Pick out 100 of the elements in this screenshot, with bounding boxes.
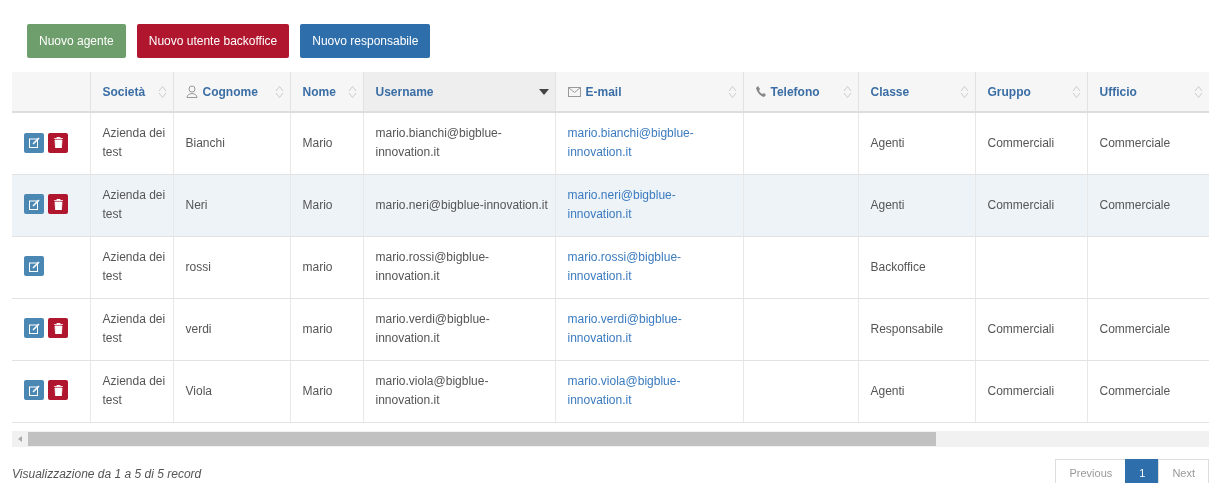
cell-text: Commerciale xyxy=(1099,382,1172,400)
trash-icon xyxy=(53,198,63,210)
column-header[interactable]: E-mail xyxy=(555,72,743,112)
email-link[interactable]: mario.bianchi@bigblue-innovation.it xyxy=(567,124,737,163)
cell-text: Commerciale xyxy=(1099,134,1172,152)
edit-icon xyxy=(28,198,40,210)
cell-text: mario xyxy=(302,320,334,338)
column-label: Username xyxy=(375,84,434,99)
cell-text: Responsabile xyxy=(870,320,945,338)
delete-button[interactable] xyxy=(48,132,68,153)
page-button[interactable]: 1 xyxy=(1125,458,1160,483)
email-link[interactable]: mario.neri@bigblue-innovation.it xyxy=(567,186,737,224)
table-row[interactable]: Azienda dei test Neri Mario mario.neri@bigblue-innovation.it mario.neri@bigblue-innovation.it Agenti Commerciali Commerciale xyxy=(12,174,1209,236)
mail-icon xyxy=(567,86,581,97)
cell-text: Mario xyxy=(302,196,334,214)
sort-icon[interactable] xyxy=(959,84,969,99)
trash-icon xyxy=(53,322,63,334)
edit-button[interactable] xyxy=(24,318,44,339)
column-header[interactable]: Ufficio xyxy=(1087,72,1209,112)
edit-icon xyxy=(28,260,40,272)
cell-text: mario.verdi@bigblue-innovation.it xyxy=(375,311,491,347)
cell-text: mario.viola@bigblue-innovation.it xyxy=(375,373,490,409)
delete-button[interactable] xyxy=(48,380,68,401)
edit-icon xyxy=(28,137,40,148)
column-header[interactable]: Nome xyxy=(290,72,363,112)
email-link[interactable]: mario.verdi@bigblue-innovation.it xyxy=(567,310,737,348)
email-link[interactable]: mario.viola@bigblue-innovation.it xyxy=(567,372,737,410)
edit-button[interactable] xyxy=(24,256,44,277)
column-label: Nome xyxy=(302,84,336,99)
column-label: Società xyxy=(102,84,146,99)
new-user-button[interactable]: Nuovo utente backoffice xyxy=(136,24,290,58)
column-label: Classe xyxy=(870,84,910,99)
cell-text: Azienda dei test xyxy=(102,311,167,347)
cell-text: verdi xyxy=(185,320,213,338)
column-label: Telefono xyxy=(770,84,820,99)
cell-text: mario.rossi@bigblue-innovation.it xyxy=(375,249,491,285)
edit-button[interactable] xyxy=(24,194,44,215)
cell-text: Viola xyxy=(185,382,213,400)
table-row[interactable]: Azienda dei test rossi mario mario.rossi@bigblue-innovation.it mario.rossi@bigblue-innovation.it Backoffice xyxy=(12,236,1209,298)
sort-icon[interactable] xyxy=(842,84,852,99)
delete-button[interactable] xyxy=(48,194,68,215)
trash-icon xyxy=(53,137,63,148)
cell-text: Commerciali xyxy=(987,320,1056,338)
cell-text: Bianchi xyxy=(185,134,226,152)
cell-text: Backoffice xyxy=(870,258,927,276)
column-header[interactable]: Username xyxy=(363,72,555,112)
table-row[interactable]: Azienda dei test Viola Mario mario.viola@bigblue-innovation.it mario.viola@bigblue-innovation.it Agenti Commerciali Commerciale xyxy=(12,360,1209,422)
sort-icon[interactable] xyxy=(1071,84,1081,99)
cell-text: Commerciali xyxy=(987,382,1056,400)
cell-text: Azienda dei test xyxy=(102,125,167,162)
delete-button[interactable] xyxy=(48,318,68,339)
trash-icon xyxy=(53,384,63,396)
sort-icon[interactable] xyxy=(347,84,357,99)
phone-icon xyxy=(755,86,766,97)
records-info: Visualizzazione da 1 a 5 di 5 record xyxy=(12,466,202,481)
column-header[interactable]: Telefono xyxy=(743,72,858,112)
page-button[interactable]: Next xyxy=(1158,458,1209,483)
edit-icon xyxy=(28,322,40,334)
cell-text: Commerciali xyxy=(987,196,1056,214)
cell-text: Mario xyxy=(302,134,334,152)
edit-button[interactable] xyxy=(24,132,44,153)
edit-icon xyxy=(28,384,40,396)
cell-text: Mario xyxy=(302,382,334,400)
cell-text: mario.neri@bigblue-innovation.it xyxy=(375,196,549,214)
new-user-button[interactable]: Nuovo responsabile xyxy=(300,24,431,58)
column-label: Ufficio xyxy=(1099,84,1137,99)
scroll-left-icon[interactable] xyxy=(18,435,22,442)
column-label: Cognome xyxy=(202,84,258,99)
cell-text: Agenti xyxy=(870,382,906,400)
horizontal-scrollbar[interactable] xyxy=(12,430,1209,447)
new-user-button[interactable]: Nuovo agente xyxy=(27,24,126,58)
edit-button[interactable] xyxy=(24,380,44,401)
column-label: E-mail xyxy=(585,84,622,99)
user-icon xyxy=(185,85,198,98)
email-link[interactable]: mario.rossi@bigblue-innovation.it xyxy=(567,248,737,286)
cell-text: mario xyxy=(302,258,334,276)
column-header[interactable]: Società xyxy=(90,72,173,112)
cell-text: Commerciale xyxy=(1099,196,1172,214)
scrollbar-thumb[interactable] xyxy=(28,431,936,446)
page-button[interactable]: Previous xyxy=(1055,458,1127,483)
cell-text: Commerciale xyxy=(1099,320,1172,338)
column-header[interactable]: Classe xyxy=(858,72,975,112)
sort-icon[interactable] xyxy=(274,84,284,99)
cell-text: Commerciali xyxy=(987,134,1056,152)
cell-text: Azienda dei test xyxy=(102,187,167,223)
column-label: Gruppo xyxy=(987,84,1031,99)
cell-text: Neri xyxy=(185,196,209,214)
column-header[interactable]: Cognome xyxy=(173,72,290,112)
sort-icon[interactable] xyxy=(157,84,167,99)
table-row[interactable]: Azienda dei test verdi mario mario.verdi@bigblue-innovation.it mario.verdi@bigblue-innovation.it Responsabile Commerciali Commerciale xyxy=(12,298,1209,360)
cell-text: rossi xyxy=(185,258,212,276)
table-row[interactable]: Azienda dei test Bianchi Mario mario.bianchi@bigblue-innovation.it mario.bianchi@bigblue-innovation.it Agenti Commerciali Commerciale xyxy=(12,112,1209,174)
cell-text: Azienda dei test xyxy=(102,373,167,409)
cell-text: Azienda dei test xyxy=(102,249,167,285)
sort-icon[interactable] xyxy=(727,84,737,99)
cell-text: Agenti xyxy=(870,134,906,152)
sort-icon[interactable] xyxy=(1193,84,1203,99)
column-header[interactable]: Gruppo xyxy=(975,72,1087,112)
sort-desc-icon[interactable] xyxy=(538,88,549,95)
cell-text: mario.bianchi@bigblue-innovation.it xyxy=(375,125,503,162)
